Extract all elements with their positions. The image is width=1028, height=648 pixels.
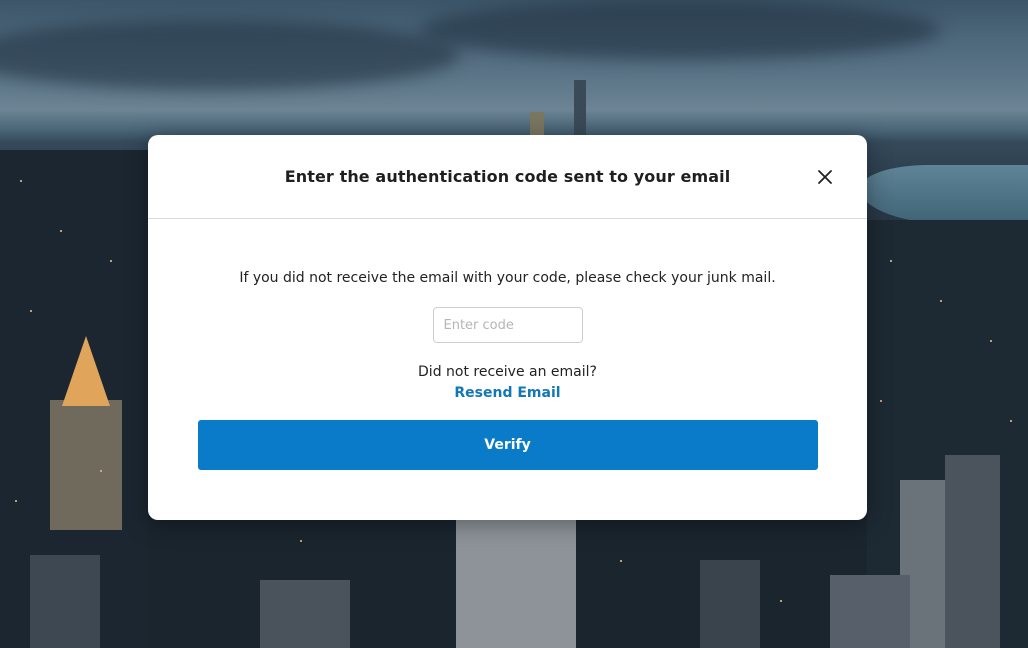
modal-header: Enter the authentication code sent to yo… (148, 135, 867, 219)
code-input[interactable] (432, 307, 583, 343)
modal-title: Enter the authentication code sent to yo… (284, 167, 731, 186)
lit-spire (62, 336, 110, 406)
verify-button[interactable]: Verify (197, 420, 818, 470)
close-icon (818, 170, 832, 184)
junk-mail-info-text: If you did not receive the email with yo… (239, 270, 776, 286)
resend-email-link[interactable]: Resend Email (454, 385, 560, 402)
no-email-text: Did not receive an email? (418, 364, 597, 380)
modal-body: If you did not receive the email with yo… (148, 269, 867, 470)
close-button[interactable] (813, 165, 837, 189)
river (860, 165, 1028, 225)
authentication-modal: Enter the authentication code sent to yo… (148, 135, 867, 520)
